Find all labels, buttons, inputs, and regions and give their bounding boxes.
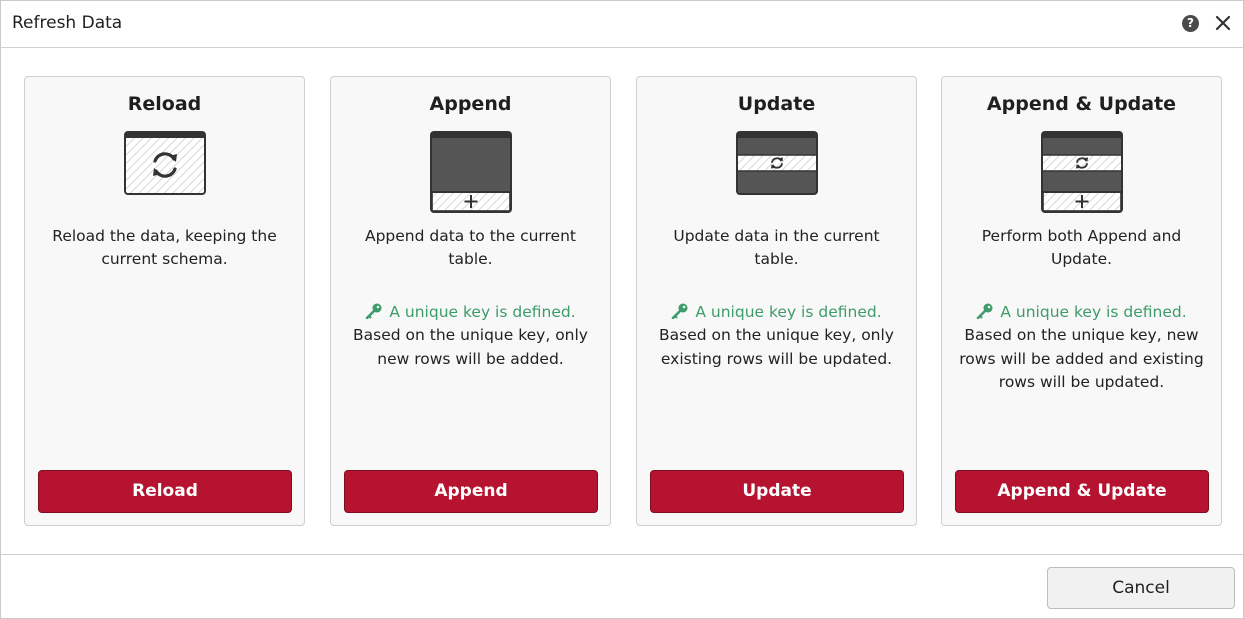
key-icon <box>977 303 993 319</box>
unique-key-status: A unique key is defined. <box>637 301 916 324</box>
card-title: Append & Update <box>986 93 1177 115</box>
append-card: Append Append data to the current table.… <box>330 76 611 526</box>
card-title: Append <box>429 93 512 115</box>
key-icon <box>366 303 382 319</box>
update-card: Update Update data in the current table.… <box>636 76 917 526</box>
reload-card: Reload Reload the data, keeping the curr… <box>24 76 305 526</box>
append-update-button[interactable]: Append & Update <box>955 470 1209 513</box>
card-description: Append data to the current table. <box>364 227 576 268</box>
update-button[interactable]: Update <box>650 470 904 513</box>
help-icon[interactable]: ? <box>1182 15 1199 32</box>
footer-divider <box>1 554 1243 555</box>
cancel-button[interactable]: Cancel <box>1047 567 1235 609</box>
dialog-titlebar: Refresh Data ? <box>1 1 1243 48</box>
unique-key-status: A unique key is defined. <box>942 301 1221 324</box>
key-icon <box>672 303 688 319</box>
unique-key-text: A unique key is defined. <box>389 303 576 321</box>
card-title: Update <box>737 93 816 115</box>
unique-key-note: Based on the unique key, new rows will b… <box>959 326 1204 391</box>
unique-key-status: A unique key is defined. <box>331 301 610 324</box>
append-button[interactable]: Append <box>344 470 598 513</box>
append-update-table-icon <box>1041 131 1123 213</box>
reload-table-icon <box>124 131 206 195</box>
unique-key-note: Based on the unique key, only new rows w… <box>353 326 588 368</box>
card-description: Perform both Append and Update. <box>981 227 1182 268</box>
unique-key-note: Based on the unique key, only existing r… <box>659 326 894 368</box>
unique-key-text: A unique key is defined. <box>695 303 882 321</box>
append-update-card: Append & Update Perform both Append and … <box>941 76 1222 526</box>
card-title: Reload <box>127 93 202 115</box>
card-description: Update data in the current table. <box>673 227 880 268</box>
append-table-icon <box>430 131 512 213</box>
card-description: Reload the data, keeping the current sch… <box>52 227 277 268</box>
reload-button[interactable]: Reload <box>38 470 292 513</box>
update-table-icon <box>736 131 818 195</box>
unique-key-text: A unique key is defined. <box>1000 303 1187 321</box>
dialog-title: Refresh Data <box>12 13 123 33</box>
refresh-data-dialog: Refresh Data ? Reload Reload the data, k… <box>0 0 1244 619</box>
close-icon[interactable] <box>1214 14 1232 32</box>
